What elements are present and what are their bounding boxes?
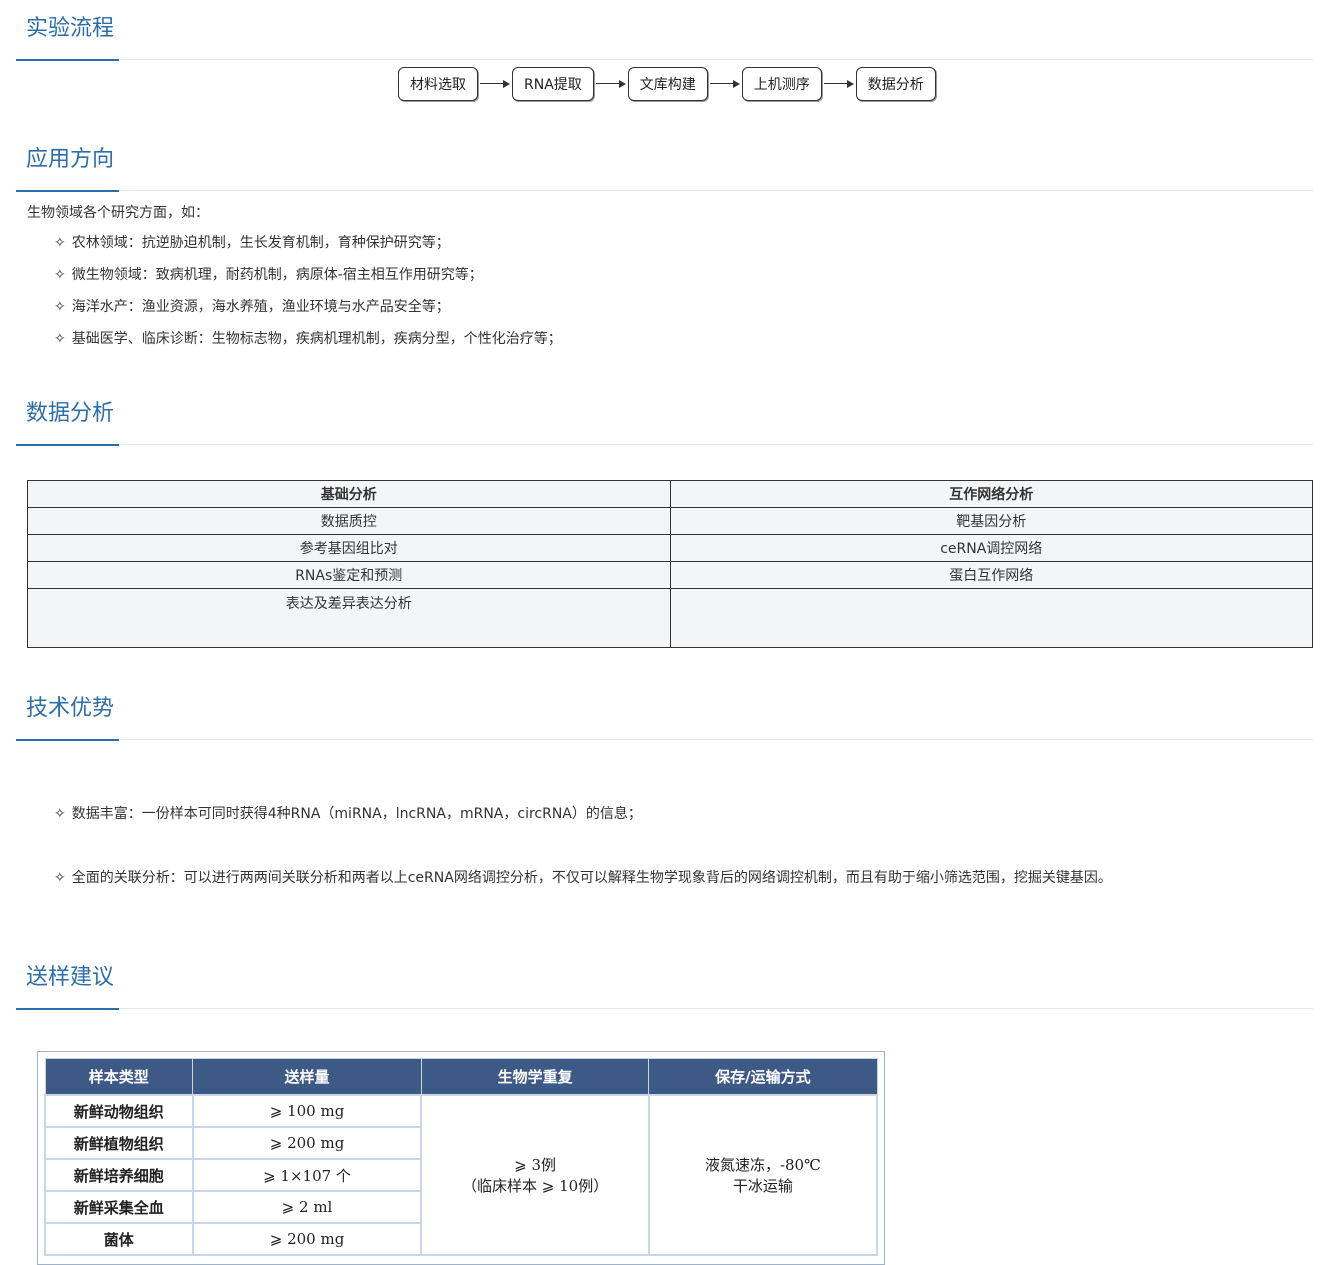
- table-row: 数据质控 靶基因分析: [27, 507, 1313, 535]
- divider: [16, 739, 1313, 740]
- table-cell: 新鲜植物组织: [44, 1126, 194, 1160]
- sparkle-icon: ✧: [54, 806, 66, 822]
- table-cell: 蛋白互作网络: [669, 561, 1313, 589]
- table-header-cell: 生物学重复: [420, 1058, 650, 1096]
- arrow-right-icon: [594, 79, 628, 89]
- list-item: ✧ 农林领域：抗逆胁迫机制，生长发育机制，育种保护研究等；: [54, 235, 450, 251]
- flow-step: 数据分析: [855, 67, 936, 101]
- table-cell: ⩾ 100 mg: [191, 1094, 423, 1128]
- table-cell: 新鲜动物组织: [44, 1094, 194, 1128]
- storage-cell: 液氮速冻，-80℃ 干冰运输: [647, 1094, 879, 1256]
- sample-table-frame: 样本类型 送样量 生物学重复 保存/运输方式 新鲜动物组织 ⩾ 100 mg ⩾…: [37, 1051, 885, 1265]
- table-header-cell: 互作网络分析: [669, 480, 1313, 508]
- list-item: ✧ 数据丰富：一份样本可同时获得4种RNA（miRNA，lncRNA，mRNA，c…: [54, 806, 642, 822]
- table-header-cell: 样本类型: [44, 1058, 194, 1096]
- analysis-table: 基础分析 互作网络分析 数据质控 靶基因分析 参考基因组比对 ceRNA调控网络…: [27, 480, 1313, 648]
- sample-table: 样本类型 送样量 生物学重复 保存/运输方式 新鲜动物组织 ⩾ 100 mg ⩾…: [44, 1058, 879, 1256]
- list-item: ✧ 微生物领域：致病机理，耐药机制，病原体-宿主相互作用研究等；: [54, 267, 483, 283]
- table-header-cell: 送样量: [192, 1058, 422, 1096]
- section-advantages-header: 技术优势: [16, 686, 1313, 741]
- flow-step: RNA提取: [512, 67, 594, 101]
- table-header-row: 样本类型 送样量 生物学重复 保存/运输方式: [44, 1058, 878, 1096]
- arrow-right-icon: [708, 79, 742, 89]
- list-item: ✧ 海洋水产：渔业资源，海水养殖，渔业环境与水产品安全等；: [54, 299, 450, 315]
- list-item: ✧ 基础医学、临床诊断：生物标志物，疾病机理机制，疾病分型，个性化治疗等；: [54, 331, 562, 347]
- title-underline: [16, 59, 119, 61]
- section-title: 技术优势: [26, 696, 115, 721]
- storage-text: 干冰运输: [732, 1177, 793, 1195]
- replicates-text: ⩾ 3例: [514, 1156, 557, 1174]
- table-header-cell: 保存/运输方式: [648, 1058, 878, 1096]
- section-analysis-header: 数据分析: [16, 391, 1313, 446]
- table-row: 表达及差异表达分析: [27, 588, 1313, 648]
- table-header-row: 基础分析 互作网络分析: [27, 480, 1313, 508]
- table-cell: ceRNA调控网络: [669, 534, 1313, 562]
- replicates-text: （临床样本 ⩾ 10例）: [462, 1177, 609, 1195]
- table-cell: 靶基因分析: [669, 507, 1313, 535]
- table-cell: 数据质控: [27, 507, 671, 535]
- table-cell: [669, 588, 1313, 648]
- arrow-right-icon: [478, 79, 512, 89]
- sparkle-icon: ✧: [54, 235, 66, 251]
- sparkle-icon: ✧: [54, 267, 66, 283]
- section-title: 实验流程: [26, 16, 115, 41]
- list-item: ✧ 全面的关联分析：可以进行两两间关联分析和两者以上ceRNA网络调控分析，不仅可…: [54, 870, 1112, 886]
- sparkle-icon: ✧: [54, 331, 66, 347]
- table-cell: 表达及差异表达分析: [27, 588, 671, 648]
- title-underline: [16, 1008, 119, 1010]
- application-intro: 生物领域各个研究方面，如：: [27, 205, 209, 221]
- section-sampling-header: 送样建议: [16, 955, 1313, 1010]
- sparkle-icon: ✧: [54, 870, 66, 886]
- title-underline: [16, 739, 119, 741]
- table-header-cell: 基础分析: [27, 480, 671, 508]
- divider: [16, 59, 1313, 60]
- storage-text: 液氮速冻，-80℃: [704, 1156, 821, 1174]
- sparkle-icon: ✧: [54, 299, 66, 315]
- table-cell: ⩾ 1×107 个: [191, 1158, 423, 1192]
- title-underline: [16, 444, 119, 446]
- replicates-cell: ⩾ 3例 （临床样本 ⩾ 10例）: [420, 1094, 650, 1256]
- divider: [16, 1008, 1313, 1009]
- section-application-header: 应用方向: [16, 137, 1313, 192]
- section-title: 数据分析: [26, 401, 115, 426]
- table-cell: 参考基因组比对: [27, 534, 671, 562]
- section-process-header: 实验流程: [16, 6, 1313, 61]
- flow-step: 上机测序: [741, 67, 822, 101]
- table-cell: ⩾ 2 ml: [191, 1190, 423, 1224]
- section-title: 送样建议: [26, 965, 115, 990]
- section-title: 应用方向: [26, 147, 115, 172]
- table-cell: ⩾ 200 mg: [191, 1222, 423, 1256]
- table-cell: 新鲜采集全血: [44, 1190, 194, 1224]
- divider: [16, 444, 1313, 445]
- divider: [16, 190, 1313, 191]
- table-row: 新鲜动物组织 ⩾ 100 mg ⩾ 3例 （临床样本 ⩾ 10例） 液氮速冻，-…: [44, 1094, 879, 1256]
- table-cell: 新鲜培养细胞: [44, 1158, 194, 1192]
- flow-step: 材料选取: [398, 67, 478, 101]
- table-cell: RNAs鉴定和预测: [27, 561, 671, 589]
- table-row: RNAs鉴定和预测 蛋白互作网络: [27, 561, 1313, 589]
- table-cell: 菌体: [44, 1222, 194, 1256]
- table-row: 参考基因组比对 ceRNA调控网络: [27, 534, 1313, 562]
- table-cell: ⩾ 200 mg: [191, 1126, 423, 1160]
- process-flow: 材料选取 RNA提取 文库构建 上机测序 数据分析: [398, 66, 936, 102]
- arrow-right-icon: [822, 79, 856, 89]
- title-underline: [16, 190, 119, 192]
- flow-step: 文库构建: [627, 67, 708, 101]
